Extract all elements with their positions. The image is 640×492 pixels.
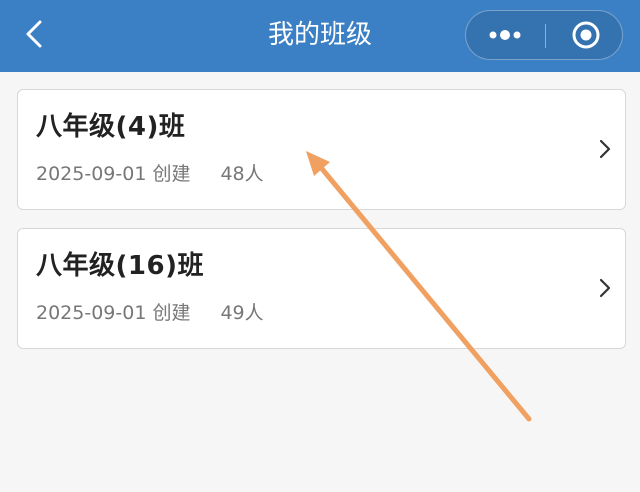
student-count: 49人 xyxy=(220,302,264,324)
class-card[interactable]: 八年级(16)班 2025-09-01 创建 49人 xyxy=(17,228,626,349)
chevron-left-icon xyxy=(26,20,42,48)
student-count: 48人 xyxy=(220,163,264,185)
more-button[interactable] xyxy=(466,11,545,59)
navigation-bar: 我的班级 xyxy=(0,0,640,72)
class-name: 八年级(16)班 xyxy=(36,251,204,281)
chevron-right-icon xyxy=(599,139,611,159)
back-button[interactable] xyxy=(18,14,54,54)
class-meta: 2025-09-01 创建 49人 xyxy=(36,301,264,325)
class-name: 八年级(4)班 xyxy=(36,112,186,142)
mini-program-capsule xyxy=(465,10,623,60)
more-dots-icon xyxy=(489,30,521,40)
created-date: 2025-09-01 创建 xyxy=(36,163,191,185)
class-meta: 2025-09-01 创建 48人 xyxy=(36,162,264,186)
target-circle-icon xyxy=(572,21,600,49)
app-screen: 我的班级 八年级(4)班 2025-09-01 创建 48人 八年级(16)班 … xyxy=(0,0,640,492)
chevron-right-icon xyxy=(599,278,611,298)
created-date: 2025-09-01 创建 xyxy=(36,302,191,324)
class-card[interactable]: 八年级(4)班 2025-09-01 创建 48人 xyxy=(17,89,626,210)
close-mini-program-button[interactable] xyxy=(546,11,623,59)
